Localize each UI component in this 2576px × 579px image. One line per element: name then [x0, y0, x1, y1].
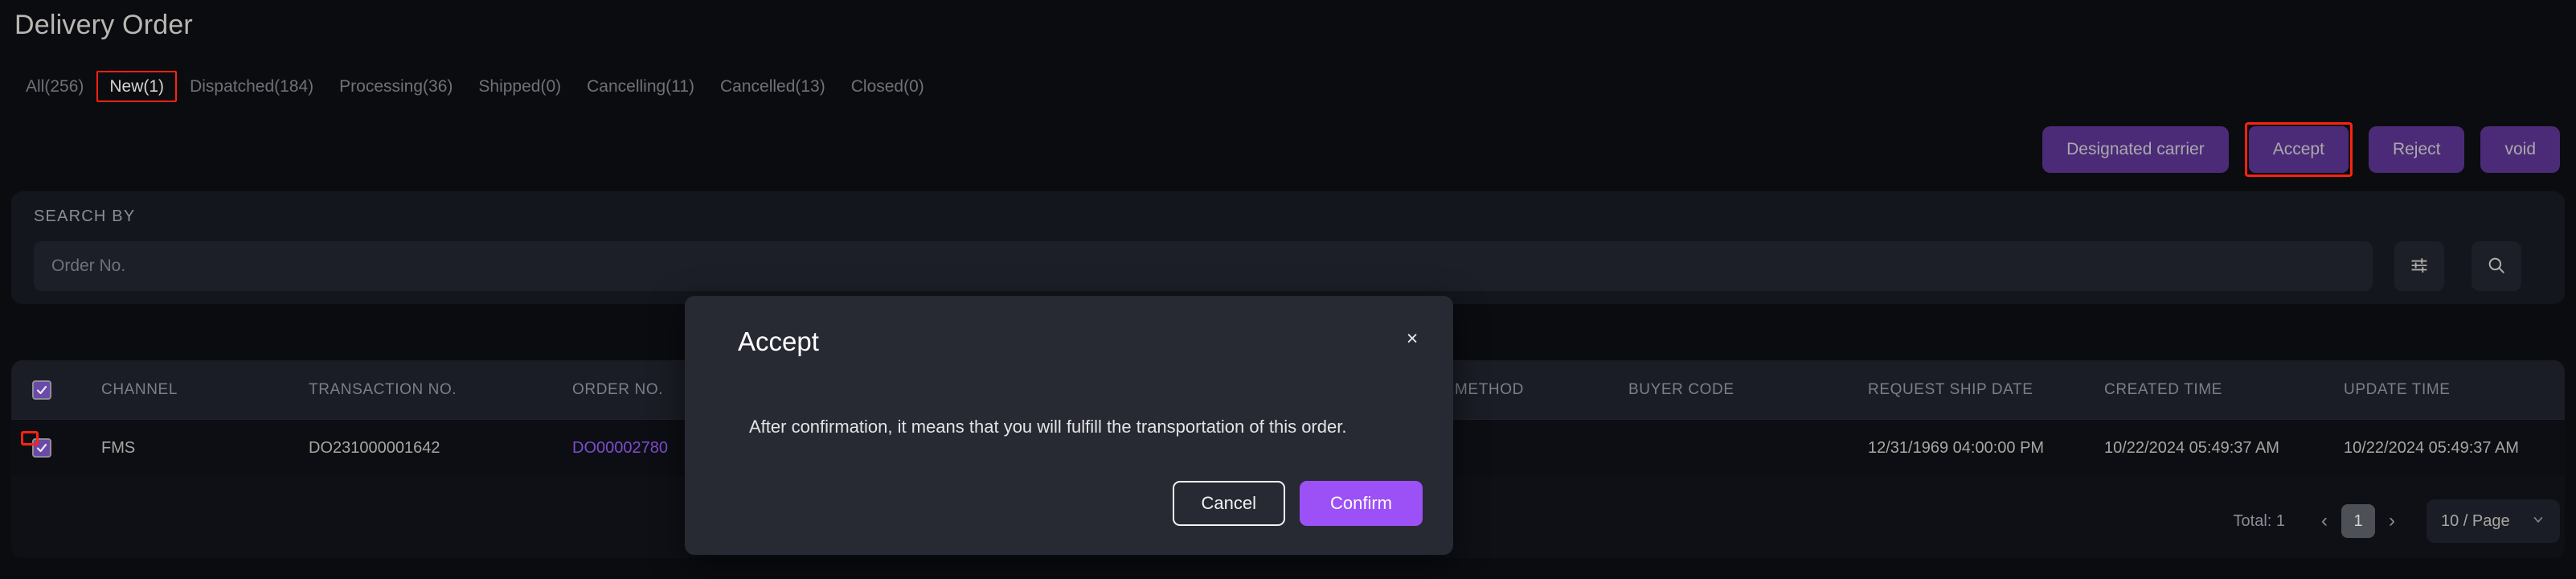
action-button-bar: Designated carrier Accept Reject void: [2042, 122, 2560, 177]
pagination: Total: 1 ‹ 1 › 10 / Page: [2234, 499, 2560, 544]
select-all-checkbox[interactable]: [32, 380, 51, 400]
col-channel: CHANNEL: [101, 381, 178, 398]
page-size-select[interactable]: 10 / Page: [2427, 499, 2560, 543]
row-select-checkbox-highlight: [21, 431, 39, 446]
col-method: METHOD: [1455, 381, 1524, 398]
cell-channel: FMS: [101, 438, 136, 457]
col-transaction-no: TRANSACTION NO.: [309, 381, 457, 398]
search-panel: SEARCH BY: [11, 191, 2565, 304]
col-buyer-code: BUYER CODE: [1628, 381, 1734, 398]
accept-confirmation-modal: Accept × After confirmation, it means th…: [685, 296, 1453, 555]
row-select-cell: [32, 420, 51, 476]
tab-shipped[interactable]: Shipped(0): [465, 71, 574, 102]
tab-cancelled[interactable]: Cancelled(13): [707, 71, 838, 102]
search-by-label: SEARCH BY: [34, 207, 136, 225]
reject-button[interactable]: Reject: [2368, 126, 2465, 173]
page-title: Delivery Order: [14, 10, 193, 40]
pagination-total: Total: 1: [2233, 511, 2285, 530]
col-order-no: ORDER NO.: [572, 381, 664, 398]
designated-carrier-button[interactable]: Designated carrier: [2042, 126, 2229, 173]
status-tabs: All(256) New(1) Dispatched(184) Processi…: [13, 71, 937, 102]
col-request-ship-date: REQUEST SHIP DATE: [1868, 381, 2033, 398]
close-icon[interactable]: ×: [1399, 325, 1426, 352]
confirm-button[interactable]: Confirm: [1299, 481, 1423, 526]
pagination-prev-button[interactable]: ‹: [2308, 504, 2341, 538]
sliders-icon: [2409, 255, 2430, 278]
delivery-order-page: Delivery Order All(256) New(1) Dispatche…: [0, 0, 2576, 579]
accept-button-highlight: Accept: [2244, 122, 2353, 177]
tab-closed[interactable]: Closed(0): [838, 71, 937, 102]
chevron-down-icon: [2531, 512, 2545, 531]
cell-order-no-link[interactable]: DO00002780: [572, 420, 668, 476]
page-size-label: 10 / Page: [2441, 511, 2510, 530]
tab-cancelling[interactable]: Cancelling(11): [574, 71, 707, 102]
tab-new[interactable]: New(1): [96, 71, 178, 102]
cell-request-ship-date: 12/31/1969 04:00:00 PM: [1868, 438, 2045, 457]
modal-title: Accept: [738, 326, 819, 356]
pagination-next-button[interactable]: ›: [2375, 504, 2409, 538]
search-input[interactable]: [34, 241, 2373, 291]
col-created-time: CREATED TIME: [2104, 381, 2222, 398]
accept-button[interactable]: Accept: [2248, 126, 2349, 173]
cancel-button[interactable]: Cancel: [1172, 481, 1285, 526]
tab-processing[interactable]: Processing(36): [326, 71, 465, 102]
modal-footer: Cancel Confirm: [1172, 481, 1423, 526]
cell-created-time: 10/22/2024 05:49:37 AM: [2104, 438, 2279, 457]
tab-all[interactable]: All(256): [13, 71, 96, 102]
void-button[interactable]: void: [2480, 126, 2560, 173]
cell-update-time: 10/22/2024 05:49:37 AM: [2344, 438, 2519, 457]
select-all-checkbox-cell: [32, 360, 51, 420]
col-update-time: UPDATE TIME: [2344, 381, 2451, 398]
search-submit-button[interactable]: [2472, 241, 2521, 291]
filter-settings-button[interactable]: [2394, 241, 2444, 291]
tab-dispatched[interactable]: Dispatched(184): [177, 71, 326, 102]
search-icon: [2486, 255, 2507, 278]
cell-transaction-no: DO231000001642: [309, 438, 440, 457]
pagination-page-1[interactable]: 1: [2341, 504, 2375, 538]
modal-message: After confirmation, it means that you wi…: [749, 417, 1347, 437]
